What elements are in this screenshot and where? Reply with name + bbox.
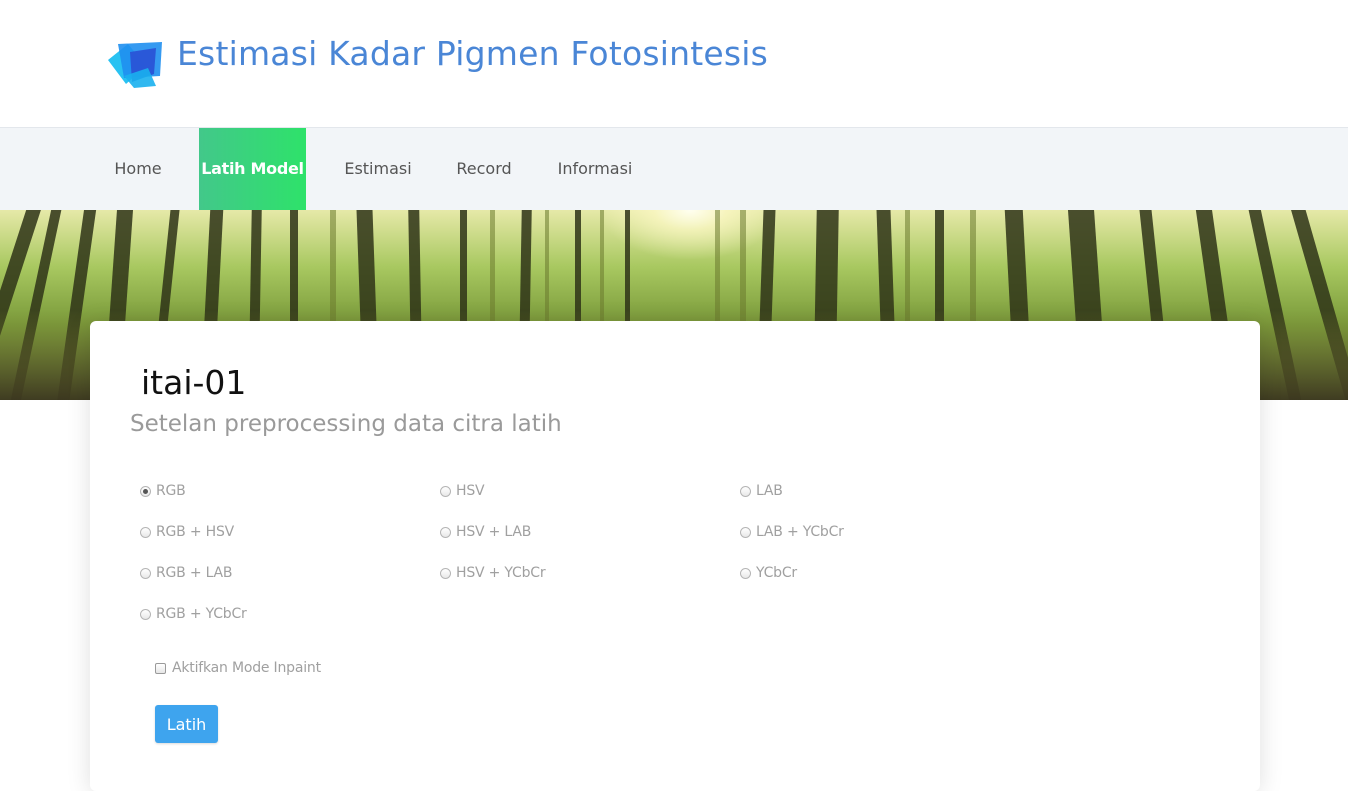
radio-button[interactable]	[140, 526, 151, 538]
radio-label: LAB	[756, 483, 783, 499]
radio-option-hsv[interactable]: HSV	[440, 481, 485, 501]
radio-label: RGB + YCbCr	[156, 606, 247, 622]
nav-item-latih-model[interactable]: Latih Model	[199, 128, 306, 210]
radio-label: HSV + LAB	[456, 524, 532, 540]
radio-button[interactable]	[740, 526, 751, 538]
radio-button[interactable]	[740, 485, 751, 497]
radio-button[interactable]	[140, 608, 151, 620]
radio-button[interactable]	[740, 567, 751, 579]
inpaint-mode-checkbox-option[interactable]: Aktifkan Mode Inpaint	[155, 658, 321, 678]
nav-item-informasi[interactable]: Informasi	[550, 128, 640, 210]
radio-option-hsv-lab[interactable]: HSV + LAB	[440, 522, 531, 542]
radio-button[interactable]	[140, 567, 151, 579]
nav-item-estimasi[interactable]: Estimasi	[337, 128, 419, 210]
nav-item-record[interactable]: Record	[447, 128, 521, 210]
radio-button[interactable]	[440, 526, 451, 538]
radio-option-rgb-ycbcr[interactable]: RGB + YCbCr	[140, 604, 247, 624]
radio-label: HSV + YCbCr	[456, 565, 546, 581]
radio-label: HSV	[456, 483, 485, 499]
radio-option-rgb-lab[interactable]: RGB + LAB	[140, 563, 233, 583]
radio-option-hsv-ycbcr[interactable]: HSV + YCbCr	[440, 563, 546, 583]
radio-label: RGB	[156, 483, 186, 499]
radio-option-lab[interactable]: LAB	[740, 481, 783, 501]
radio-option-rgb[interactable]: RGB	[140, 481, 186, 501]
inpaint-checkbox[interactable]	[155, 662, 166, 674]
radio-button[interactable]	[440, 485, 451, 497]
radio-button[interactable]	[440, 567, 451, 579]
preprocessing-section-title: Setelan preprocessing data citra latih	[130, 411, 562, 437]
radio-option-ycbcr[interactable]: YCbCr	[740, 563, 797, 583]
radio-button[interactable]	[140, 485, 151, 497]
main-navbar: Home Latih Model Estimasi Record Informa…	[0, 127, 1348, 210]
inpaint-checkbox-label: Aktifkan Mode Inpaint	[172, 660, 321, 676]
site-title[interactable]: Estimasi Kadar Pigmen Fotosintesis	[177, 34, 768, 73]
radio-label: RGB + LAB	[156, 565, 233, 581]
nav-item-home[interactable]: Home	[104, 128, 172, 210]
training-settings-card: itai-01 Setelan preprocessing data citra…	[90, 321, 1260, 791]
layered-squares-logo-icon[interactable]	[104, 38, 168, 90]
radio-label: YCbCr	[756, 565, 797, 581]
site-header: Estimasi Kadar Pigmen Fotosintesis	[0, 0, 1348, 127]
model-name-heading: itai-01	[141, 363, 247, 402]
radio-label: LAB + YCbCr	[756, 524, 844, 540]
radio-option-lab-ycbcr[interactable]: LAB + YCbCr	[740, 522, 844, 542]
radio-label: RGB + HSV	[156, 524, 235, 540]
train-button[interactable]: Latih	[155, 705, 218, 743]
radio-option-rgb-hsv[interactable]: RGB + HSV	[140, 522, 234, 542]
